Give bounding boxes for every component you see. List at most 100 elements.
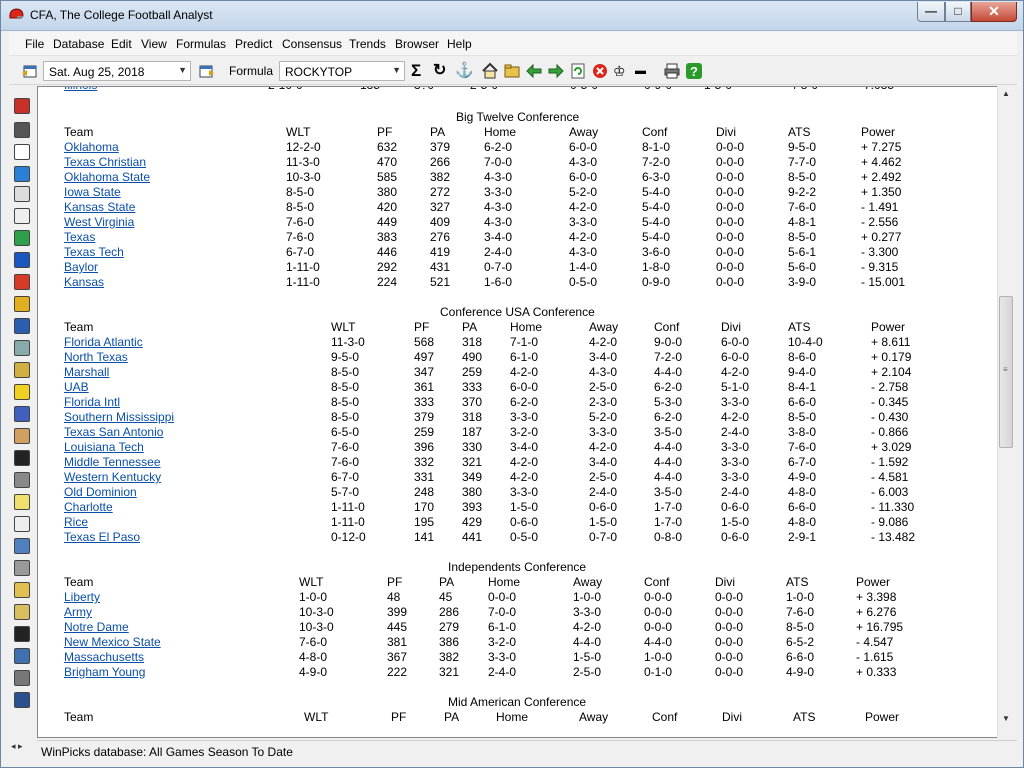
help-icon[interactable]: ? [685,62,703,80]
cell-power: + 2.104 [871,365,912,379]
chevron-down-icon[interactable]: ▼ [392,65,401,75]
team-link[interactable]: Marshall [64,365,109,379]
notes-icon[interactable] [14,144,30,160]
document-icon[interactable] [14,494,30,510]
team-link[interactable]: Texas El Paso [64,530,140,544]
scale-icon[interactable]: ▬ [635,62,653,80]
team-link[interactable]: Kansas State [64,200,135,214]
scroll-thumb[interactable]: ≡ [999,296,1013,448]
tree-icon[interactable] [14,362,30,378]
team-link[interactable]: North Texas [64,350,128,364]
stop-icon[interactable] [591,62,609,80]
maximize-button[interactable]: □ [945,2,971,22]
minimize-button[interactable]: — [917,2,945,22]
arrow-left-icon[interactable] [525,62,543,80]
menu-edit[interactable]: Edit [111,37,132,51]
team-link[interactable]: Kansas [64,275,104,289]
team-link[interactable]: Massachusetts [64,650,144,664]
team-link[interactable]: Liberty [64,590,100,604]
spreadsheet-icon[interactable] [14,98,30,114]
scroll-up-icon[interactable]: ▲ [1002,89,1010,98]
title-bar[interactable]: CFA, The College Football Analyst — □ ✕ [1,1,1023,31]
date-selector[interactable]: Sat. Aug 25, 2018 ▼ [43,61,191,81]
world-icon[interactable] [14,230,30,246]
zoom-icon[interactable] [14,538,30,554]
calculator-icon[interactable] [14,560,30,576]
info-icon[interactable] [14,252,30,268]
copy-icon[interactable] [14,582,30,598]
team-link[interactable]: Florida Atlantic [64,335,143,349]
home-icon[interactable] [481,62,499,80]
menu-predict[interactable]: Predict [235,37,272,51]
menu-consensus[interactable]: Consensus [282,37,342,51]
strip-scroll-arrows-icon[interactable]: ◂ ▸ [11,741,23,752]
team-link[interactable]: Western Kentucky [64,470,161,484]
team-link[interactable]: Texas Christian [64,155,146,169]
team-link[interactable]: Texas [64,230,95,244]
runner-icon[interactable]: ♔ [613,62,631,80]
table-icon[interactable] [14,318,30,334]
calendar-back-icon[interactable] [21,62,39,80]
team-link[interactable]: West Virginia [64,215,134,229]
team-link[interactable]: Texas San Antonio [64,425,163,439]
team-link[interactable]: Middle Tennessee [64,455,161,469]
menu-browser[interactable]: Browser [395,37,439,51]
team-link-partial[interactable]: Illinois [64,87,97,92]
formula-selector[interactable]: ROCKYTOP ▼ [279,61,405,81]
menu-file[interactable]: File [25,37,44,51]
team-link[interactable]: UAB [64,380,89,394]
close-button[interactable]: ✕ [971,2,1017,22]
vertical-scrollbar[interactable]: ▲ ≡ ▼ [997,86,1014,738]
keyboard-icon[interactable] [14,670,30,686]
menu-formulas[interactable]: Formulas [176,37,226,51]
cell-ats: 4-8-1 [788,215,817,229]
team-link[interactable]: Oklahoma State [64,170,150,184]
puzzle-icon[interactable] [14,340,30,356]
lightbulb-icon[interactable] [14,384,30,400]
globe-icon[interactable] [14,166,30,182]
cell-power: - 13.482 [871,530,916,544]
list-icon[interactable] [14,122,30,138]
wheel-icon[interactable] [14,450,30,466]
grid-icon[interactable] [14,274,30,290]
function-icon[interactable] [14,186,30,202]
anchor-icon[interactable]: ⚓ [455,62,474,80]
team-link[interactable]: Baylor [64,260,98,274]
menu-trends[interactable]: Trends [349,37,386,51]
reload-page-icon[interactable] [569,62,587,80]
chevron-down-icon[interactable]: ▼ [178,65,187,75]
team-link[interactable]: Army [64,605,92,619]
team-link[interactable]: Florida Intl [64,395,120,409]
sigma-icon[interactable]: Σ [411,62,429,80]
calendar-forward-icon[interactable] [197,62,215,80]
team-link[interactable]: Southern Mississippi [64,410,174,424]
menu-view[interactable]: View [141,37,167,51]
team-link[interactable]: New Mexico State [64,635,161,649]
team-link[interactable]: Texas Tech [64,245,124,259]
bar-report-icon[interactable] [14,296,30,312]
team-link[interactable]: Oklahoma [64,140,119,154]
pages-icon[interactable] [14,604,30,620]
team-link[interactable]: Old Dominion [64,485,137,499]
matchup-icon[interactable] [14,472,30,488]
team-link[interactable]: Iowa State [64,185,121,199]
team-link[interactable]: Louisiana Tech [64,440,144,454]
music-note-icon[interactable] [14,208,30,224]
team-link[interactable]: Notre Dame [64,620,129,634]
open-folder-icon[interactable] [503,62,521,80]
menu-help[interactable]: Help [447,37,472,51]
clock-icon[interactable] [14,626,30,642]
report-icon[interactable] [14,516,30,532]
search-icon[interactable] [14,648,30,664]
scroll-down-icon[interactable]: ▼ [1002,714,1010,723]
arrow-right-icon[interactable] [547,62,565,80]
hand-icon[interactable] [14,428,30,444]
book-icon[interactable] [14,692,30,708]
team-link[interactable]: Rice [64,515,88,529]
menu-database[interactable]: Database [53,37,104,51]
team-link[interactable]: Charlotte [64,500,113,514]
printer-icon[interactable] [663,62,681,80]
team-link[interactable]: Brigham Young [64,665,145,679]
ranking-icon[interactable] [14,406,30,422]
refresh-icon[interactable]: ↻ [433,62,451,80]
